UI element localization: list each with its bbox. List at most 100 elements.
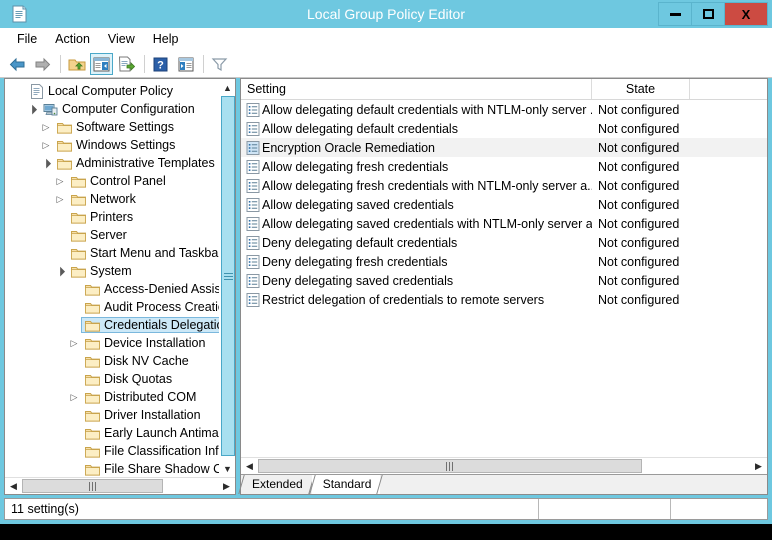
scroll-right-arrow-icon[interactable]: ▶ <box>218 478 235 494</box>
console-tree[interactable]: Local Computer Policy ◢ Computer Configura… <box>5 79 219 477</box>
tree-node-content[interactable]: Disk NV Cache <box>81 353 192 369</box>
tree-node-content[interactable]: System <box>67 263 135 279</box>
tree-scroll-track[interactable] <box>220 96 235 460</box>
tree-node-file-share-shadow-copy-provider[interactable]: File Share Shadow Copy Provider <box>7 460 219 477</box>
table-row[interactable]: Deny delegating saved credentials Not con… <box>241 271 767 290</box>
scroll-left-arrow-icon[interactable]: ◀ <box>5 478 22 494</box>
tab-extended[interactable]: Extended <box>241 475 312 494</box>
tree-node-content[interactable]: Start Menu and Taskbar <box>67 245 219 261</box>
tree-node-content[interactable]: Administrative Templates <box>53 155 218 171</box>
column-header-state[interactable]: State <box>592 79 690 99</box>
tree-node-file-classification-infrastructure[interactable]: File Classification Infrastructure <box>7 442 219 460</box>
tree-node-content[interactable]: Network <box>67 191 139 207</box>
tree-node-server[interactable]: Server <box>7 226 219 244</box>
menu-help[interactable]: Help <box>144 30 188 48</box>
column-header-setting[interactable]: Setting <box>241 79 592 99</box>
menu-view[interactable]: View <box>99 30 144 48</box>
tree-horizontal-scrollbar[interactable]: ◀ ▶ <box>5 477 235 494</box>
list-hscroll-thumb[interactable] <box>258 459 642 473</box>
list-horizontal-scrollbar[interactable]: ◀ ▶ <box>241 457 767 474</box>
tree-node-content[interactable]: Device Installation <box>81 335 208 351</box>
tree-node-content[interactable]: Driver Installation <box>81 407 204 423</box>
chevron-collapsed-icon[interactable]: ▷ <box>53 176 67 187</box>
tree-node-device-installation[interactable]: ▷ Device Installation <box>7 334 219 352</box>
forward-button[interactable] <box>31 53 54 75</box>
tree-node-software-settings[interactable]: ▷ Software Settings <box>7 118 219 136</box>
tree-node-network[interactable]: ▷ Network <box>7 190 219 208</box>
table-row[interactable]: Allow delegating default credentials Not … <box>241 119 767 138</box>
scroll-down-arrow-icon[interactable]: ▼ <box>220 460 235 477</box>
maximize-button[interactable] <box>691 2 725 26</box>
tree-node-control-panel[interactable]: ▷ Control Panel <box>7 172 219 190</box>
filter-button[interactable] <box>208 53 231 75</box>
minimize-button[interactable] <box>658 2 692 26</box>
chevron-collapsed-icon[interactable]: ▷ <box>67 338 81 349</box>
chevron-collapsed-icon[interactable]: ▷ <box>67 392 81 403</box>
table-row[interactable]: Allow delegating fresh credentials Not co… <box>241 157 767 176</box>
chevron-collapsed-icon[interactable]: ▷ <box>39 122 53 133</box>
close-button[interactable]: X <box>724 2 768 26</box>
tree-node-computer-configuration[interactable]: ◢ Computer Configuration <box>7 100 219 118</box>
tree-node-content[interactable]: Windows Settings <box>53 137 178 153</box>
tree-node-content[interactable]: Server <box>67 227 130 243</box>
tree-node-content[interactable]: Software Settings <box>53 119 177 135</box>
table-row[interactable]: Deny delegating fresh credentials Not con… <box>241 252 767 271</box>
tree-node-content[interactable]: File Share Shadow Copy Provider <box>81 461 219 477</box>
tree-node-content[interactable]: Printers <box>67 209 136 225</box>
table-row[interactable]: Allow delegating saved credentials with … <box>241 214 767 233</box>
table-row[interactable]: Allow delegating fresh credentials with … <box>241 176 767 195</box>
view-tabs[interactable]: Extended Standard <box>241 474 767 494</box>
tree-node-early-launch-antimalware[interactable]: Early Launch Antimalware <box>7 424 219 442</box>
settings-list[interactable]: Allow delegating default credentials wit… <box>241 100 767 457</box>
tree-node-content[interactable]: Audit Process Creation <box>81 299 219 315</box>
tree-node-administrative-templates[interactable]: ◢ Administrative Templates <box>7 154 219 172</box>
menu-action[interactable]: Action <box>46 30 99 48</box>
tree-node-distributed-com[interactable]: ▷ Distributed COM <box>7 388 219 406</box>
show-hide-console-tree-button[interactable] <box>90 53 113 75</box>
table-row[interactable]: Deny delegating default credentials Not c… <box>241 233 767 252</box>
tree-hscroll-thumb[interactable] <box>22 479 164 493</box>
tree-node-printers[interactable]: Printers <box>7 208 219 226</box>
tree-hscroll-track[interactable] <box>22 478 218 494</box>
tree-node-content[interactable]: Credentials Delegation <box>81 317 219 333</box>
tree-scroll-thumb[interactable] <box>221 96 235 456</box>
tree-node-driver-installation[interactable]: Driver Installation <box>7 406 219 424</box>
tree-node-content[interactable]: File Classification Infrastructure <box>81 443 219 459</box>
chevron-collapsed-icon[interactable]: ▷ <box>39 140 53 151</box>
tree-node-audit-process-creation[interactable]: Audit Process Creation <box>7 298 219 316</box>
list-hscroll-track[interactable] <box>258 458 750 474</box>
table-row[interactable]: Allow delegating default credentials wit… <box>241 100 767 119</box>
tree-vertical-scrollbar[interactable]: ▲ ▼ <box>219 79 235 477</box>
up-one-level-button[interactable] <box>65 53 88 75</box>
tree-node-disk-quotas[interactable]: Disk Quotas <box>7 370 219 388</box>
tree-node-content[interactable]: Disk Quotas <box>81 371 175 387</box>
tree-node-access-denied-assistance[interactable]: Access-Denied Assistance <box>7 280 219 298</box>
tree-node-windows-settings[interactable]: ▷ Windows Settings <box>7 136 219 154</box>
view-button[interactable] <box>174 53 197 75</box>
list-scroll-right-arrow-icon[interactable]: ▶ <box>750 458 767 474</box>
table-row[interactable]: Allow delegating saved credentials Not co… <box>241 195 767 214</box>
tree-node-content[interactable]: Computer Configuration <box>39 101 198 117</box>
menu-file[interactable]: File <box>8 30 46 48</box>
export-list-button[interactable] <box>115 53 138 75</box>
tree-node-content[interactable]: Local Computer Policy <box>25 83 176 100</box>
title-bar[interactable]: Local Group Policy Editor X <box>0 0 772 28</box>
help-button[interactable]: ? <box>149 53 172 75</box>
tree-node-disk-nv-cache[interactable]: Disk NV Cache <box>7 352 219 370</box>
scroll-up-arrow-icon[interactable]: ▲ <box>220 79 235 96</box>
table-row[interactable]: Restrict delegation of credentials to re… <box>241 290 767 309</box>
table-row[interactable]: Encryption Oracle Remediation Not configu… <box>241 138 767 157</box>
list-scroll-left-arrow-icon[interactable]: ◀ <box>241 458 258 474</box>
column-header-blank[interactable] <box>690 79 767 99</box>
back-button[interactable] <box>6 53 29 75</box>
tab-standard[interactable]: Standard <box>311 475 381 494</box>
tree-node-start-menu-and-taskbar[interactable]: Start Menu and Taskbar <box>7 244 219 262</box>
tree-node-local-computer-policy[interactable]: Local Computer Policy <box>7 82 219 100</box>
tree-node-content[interactable]: Control Panel <box>67 173 169 189</box>
tree-node-system[interactable]: ◢ System <box>7 262 219 280</box>
tree-node-content[interactable]: Distributed COM <box>81 389 199 405</box>
tree-node-content[interactable]: Early Launch Antimalware <box>81 425 219 441</box>
chevron-collapsed-icon[interactable]: ▷ <box>53 194 67 205</box>
tree-node-content[interactable]: Access-Denied Assistance <box>81 281 219 297</box>
tree-node-credentials-delegation[interactable]: Credentials Delegation <box>7 316 219 334</box>
